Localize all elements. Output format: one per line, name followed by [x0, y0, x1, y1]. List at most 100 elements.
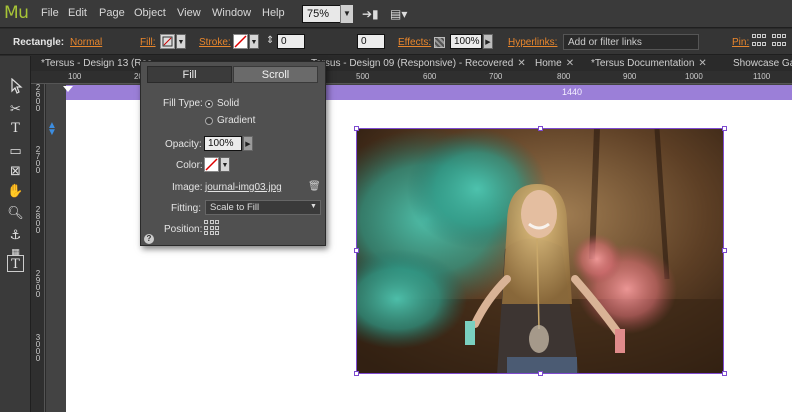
menu-file[interactable]: File	[41, 7, 59, 19]
tab-showcase-gallery[interactable]: Showcase Gallery	[729, 56, 792, 71]
resize-handle[interactable]	[354, 126, 359, 131]
effects-link[interactable]: Effects:	[398, 37, 431, 48]
resize-handle[interactable]	[538, 371, 543, 376]
tab-design-13[interactable]: *Tersus - Design 13 (Res	[37, 56, 156, 71]
resize-handle[interactable]	[354, 371, 359, 376]
color-dropdown-icon[interactable]: ▼	[220, 157, 230, 172]
pin-grid-icon[interactable]	[752, 34, 766, 49]
pin-link[interactable]: Pin:	[732, 37, 749, 48]
solid-label: Solid	[217, 98, 240, 109]
tab-documentation[interactable]: *Tersus Documentation ✕	[587, 56, 711, 71]
page-marker-icon[interactable]	[63, 86, 73, 92]
hyperlinks-input[interactable]: Add or filter links	[563, 34, 699, 50]
menu-help[interactable]: Help	[262, 7, 285, 19]
solid-radio[interactable]	[205, 100, 213, 108]
opacity-field[interactable]: 100%	[450, 34, 482, 49]
opacity-arrow-icon[interactable]: ▶	[483, 34, 493, 49]
rectangle-tool-icon[interactable]: ▭	[7, 142, 24, 159]
panel-opacity-field[interactable]: 100%	[204, 136, 242, 151]
align-grid-icon[interactable]	[772, 34, 786, 49]
ruler-tick: 600	[423, 72, 437, 81]
stroke-swatch[interactable]	[233, 34, 248, 49]
ruler-tick: 2800	[35, 205, 41, 235]
selected-image-frame[interactable]	[356, 128, 724, 374]
resize-handle[interactable]	[354, 248, 359, 253]
element-state-link[interactable]: Normal	[70, 37, 102, 48]
page-navigate-icon[interactable]: ➔▮	[362, 7, 379, 21]
opacity-arrow-icon[interactable]: ▶	[243, 136, 253, 151]
menu-edit[interactable]: Edit	[68, 7, 87, 19]
no-color-icon	[205, 158, 218, 171]
menu-window[interactable]: Window	[212, 7, 251, 19]
photo-image	[357, 129, 723, 373]
no-color-icon	[234, 35, 247, 48]
fill-swatch[interactable]	[160, 34, 175, 49]
ruler-tick: 2700	[35, 145, 41, 175]
ruler-tick: 100	[68, 72, 82, 81]
chevron-down-icon[interactable]: ▼	[310, 203, 317, 210]
position-grid-icon[interactable]	[204, 220, 220, 236]
workspace-icon[interactable]: ▤▾	[390, 7, 407, 21]
breakpoint-handle-icon[interactable]: ▲ ▼	[46, 121, 58, 138]
arrow-pointer-icon	[10, 77, 23, 94]
fill-type-label: Fill Type:	[163, 98, 203, 109]
help-icon[interactable]: ?	[144, 234, 154, 244]
fill-panel: Fill Scroll Fill Type: Solid Gradient Op…	[140, 61, 326, 246]
menu-page[interactable]: Page	[99, 7, 125, 19]
fill-dropdown-icon[interactable]: ▼	[176, 34, 186, 49]
tab-home[interactable]: Home ✕	[531, 56, 578, 71]
stroke-link[interactable]: Stroke:	[199, 37, 231, 48]
color-swatch[interactable]	[204, 157, 219, 172]
ruler-tick: 700	[489, 72, 503, 81]
image-fill-icon	[162, 36, 173, 47]
stepper-icon[interactable]: ⇕	[266, 35, 274, 46]
tab-design-09[interactable]: Tersus - Design 09 (Responsive) - Recove…	[307, 56, 530, 71]
ruler-tick: 900	[623, 72, 637, 81]
ruler-tick: 800	[557, 72, 571, 81]
gradient-radio[interactable]	[205, 117, 213, 125]
gradient-label: Gradient	[217, 115, 256, 126]
crop-tool-icon[interactable]: ✂	[7, 100, 24, 117]
tab-fill[interactable]: Fill	[147, 66, 232, 83]
fitting-select[interactable]: Scale to Fill	[205, 200, 321, 215]
effects-icon[interactable]	[434, 37, 445, 48]
close-icon[interactable]: ✕	[698, 58, 706, 69]
anchor-tool-icon[interactable]: ⚓︎	[7, 226, 24, 243]
trash-icon[interactable]: 🗑︎	[308, 181, 321, 192]
image-label: Image:	[172, 182, 203, 193]
ruler-tick: 1100	[753, 72, 771, 81]
fill-link[interactable]: Fill:	[140, 37, 156, 48]
fitting-label: Fitting:	[171, 203, 202, 214]
image-file-link[interactable]: journal-img03.jpg	[205, 182, 282, 193]
chevron-down-icon[interactable]: ▼	[340, 5, 353, 23]
hyperlinks-link[interactable]: Hyperlinks:	[508, 37, 557, 48]
text-tool-icon[interactable]: T	[7, 120, 24, 137]
image-frame-tool-icon[interactable]: ⊠	[7, 162, 24, 179]
vertical-ruler: 2600 2700 2800 2900 3000	[31, 84, 45, 412]
element-type-label: Rectangle:	[13, 37, 65, 48]
ruler-tick: 2600	[35, 83, 41, 113]
resize-handle[interactable]	[722, 371, 727, 376]
stroke-width-field[interactable]: 0	[277, 34, 305, 49]
resize-handle[interactable]	[722, 248, 727, 253]
app-logo: Mu	[4, 3, 29, 23]
ruler-tick: 3000	[35, 333, 41, 363]
position-label: Position:	[164, 224, 203, 235]
text-frame-icon[interactable]: T	[7, 255, 24, 272]
tab-scroll[interactable]: Scroll	[233, 66, 318, 83]
menu-view[interactable]: View	[177, 7, 201, 19]
ruler-tick: 2900	[35, 269, 41, 299]
control-bar: Rectangle: Normal Fill: ▼ Stroke: ▼ ⇕ 0 …	[0, 29, 792, 79]
close-icon[interactable]: ✕	[517, 58, 525, 69]
resize-handle[interactable]	[722, 126, 727, 131]
menu-object[interactable]: Object	[134, 7, 166, 19]
selection-tool-icon[interactable]	[7, 77, 24, 95]
resize-handle[interactable]	[538, 126, 543, 131]
stroke-dropdown-icon[interactable]: ▼	[249, 34, 259, 49]
corner-radius-field[interactable]: 0	[357, 34, 385, 49]
hand-tool-icon[interactable]: ✋	[7, 182, 24, 199]
color-label: Color:	[176, 160, 203, 171]
breakpoint-label: 1440	[562, 87, 583, 97]
zoom-tool-icon[interactable]: 🔍︎	[7, 204, 24, 221]
close-icon[interactable]: ✕	[566, 58, 574, 69]
